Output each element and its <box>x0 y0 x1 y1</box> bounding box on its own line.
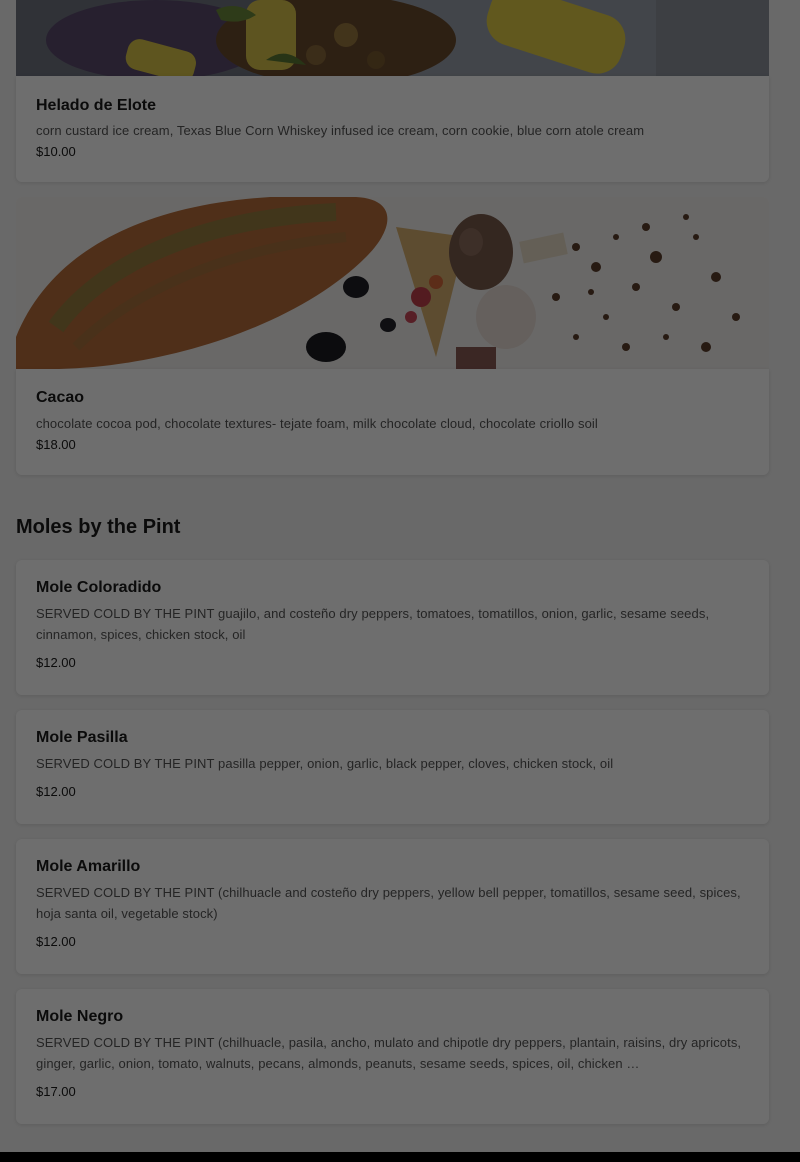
item-name: Mole Pasilla <box>36 729 128 746</box>
menu-item-card[interactable]: Mole Amarillo SERVED COLD BY THE PINT (c… <box>16 839 769 974</box>
menu-item-card[interactable]: Cacao chocolate cocoa pod, chocolate tex… <box>16 369 769 475</box>
item-description: SERVED COLD BY THE PINT (chilhuacle, pas… <box>36 1035 742 1071</box>
corn-dessert-image <box>16 0 769 76</box>
item-name: Mole Coloradido <box>36 579 162 596</box>
item-description: corn custard ice cream, Texas Blue Corn … <box>36 123 645 138</box>
corn-dessert-photo <box>16 0 769 76</box>
menu-item-card[interactable]: Helado de Elote corn custard ice cream, … <box>16 76 769 182</box>
menu-page: Helado de Elote corn custard ice cream, … <box>0 0 800 1162</box>
item-description: SERVED COLD BY THE PINT guajilo, and cos… <box>36 606 710 642</box>
section-title: Moles by the Pint <box>16 516 181 538</box>
cacao-image <box>16 197 769 369</box>
item-name: Helado de Elote <box>36 97 157 114</box>
bottom-sheet-edge <box>0 1152 800 1162</box>
item-price: $12.00 <box>36 934 76 949</box>
item-price: $18.00 <box>36 437 76 452</box>
item-price: $17.00 <box>36 1084 76 1099</box>
item-price: $10.00 <box>36 144 76 159</box>
item-description: SERVED COLD BY THE PINT pasilla pepper, … <box>36 756 614 771</box>
menu-item-card[interactable]: Mole Coloradido SERVED COLD BY THE PINT … <box>16 560 769 695</box>
item-name: Mole Negro <box>36 1008 124 1025</box>
item-price: $12.00 <box>36 655 76 670</box>
menu-item-card[interactable]: Mole Pasilla SERVED COLD BY THE PINT pas… <box>16 710 769 824</box>
item-name: Cacao <box>36 389 85 406</box>
item-description: chocolate cocoa pod, chocolate textures-… <box>36 416 598 431</box>
menu-item-card[interactable]: Mole Negro SERVED COLD BY THE PINT (chil… <box>16 989 769 1124</box>
item-description: SERVED COLD BY THE PINT (chilhuacle and … <box>36 885 741 921</box>
chocolate-pod-dessert-photo <box>16 197 769 369</box>
item-name: Mole Amarillo <box>36 858 141 875</box>
item-price: $12.00 <box>36 784 76 799</box>
